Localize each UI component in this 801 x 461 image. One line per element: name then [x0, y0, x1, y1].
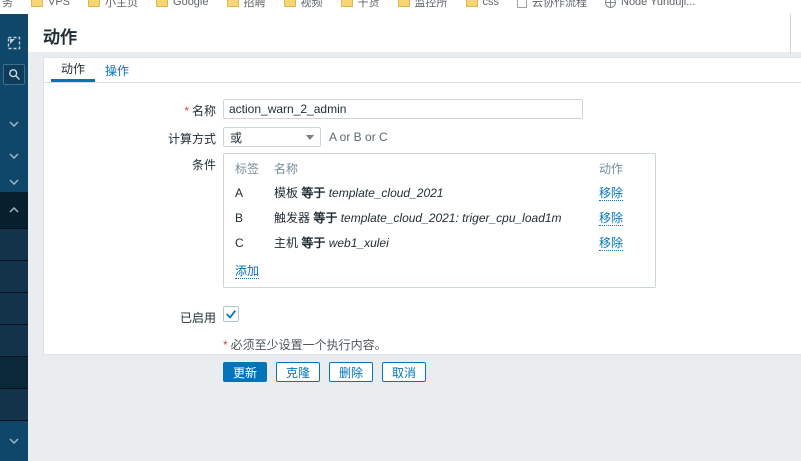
calculation-label: 计算方式	[44, 127, 216, 147]
search-icon[interactable]	[3, 64, 25, 85]
sidebar-section-bottom[interactable]	[0, 420, 28, 461]
chevron-down-icon	[9, 179, 19, 185]
sidebar-submenu-item-2[interactable]	[0, 260, 28, 292]
select-caret-icon	[306, 135, 314, 140]
folder-icon	[156, 0, 168, 7]
sidebar-submenu-item-5[interactable]	[0, 356, 28, 388]
calculation-formula: A or B or C	[329, 127, 388, 144]
column-header-action: 动作	[599, 154, 655, 180]
bookmark-item[interactable]: 干货	[341, 0, 380, 10]
add-condition-link[interactable]: 添加	[235, 264, 259, 279]
tab-operations[interactable]: 操作	[95, 58, 139, 82]
folder-icon	[398, 0, 410, 7]
expand-sidebar-icon[interactable]	[7, 36, 21, 50]
bookmark-label: 干货	[358, 0, 380, 10]
sidebar-submenu-item-1[interactable]	[0, 228, 28, 260]
cancel-button[interactable]: 取消	[382, 362, 426, 382]
bookmark-item[interactable]: 监控所	[398, 0, 448, 10]
bookmark-label: 招聘	[244, 0, 266, 10]
form-required-hint: *必须至少设置一个执行内容。	[223, 336, 801, 353]
condition-row: C 主机 等于 web1_xulei 移除	[224, 230, 655, 255]
sidebar-section-reports[interactable]	[0, 174, 28, 190]
condition-tag: A	[224, 180, 274, 205]
browser-bookmarks-bar: 务 VPS 小主页 Google 招聘 视频 干货 监控所 css 云协作流程 Node Yundu…	[0, 0, 801, 14]
enabled-label: 已启用	[44, 306, 216, 326]
sidebar-section-configuration-expanded[interactable]	[0, 192, 28, 228]
column-header-tag: 标签	[224, 154, 274, 180]
condition-tag: B	[224, 205, 274, 230]
tab-bar: 动作 操作	[44, 58, 801, 83]
sidebar	[0, 14, 28, 461]
chevron-down-icon	[9, 121, 19, 127]
bookmark-label: 监控所	[415, 0, 448, 10]
column-header-name: 名称	[274, 154, 599, 180]
name-label: *名称	[44, 99, 216, 119]
bookmark-item[interactable]: 招聘	[227, 0, 266, 10]
bookmark-label: Google	[173, 0, 208, 8]
checkmark-icon	[225, 308, 237, 320]
delete-button[interactable]: 删除	[329, 362, 373, 382]
conditions-label: 条件	[44, 153, 216, 173]
globe-icon	[605, 0, 616, 8]
bookmark-label: 小主页	[105, 0, 138, 10]
conditions-table: 标签 名称 动作 A 模板 等于 template	[223, 153, 656, 288]
folder-icon	[466, 0, 478, 7]
folder-icon	[341, 0, 353, 7]
condition-name: 触发器 等于 template_cloud_2021: triger_cpu_l…	[274, 205, 599, 230]
bookmark-label: 云协作流程	[532, 0, 587, 10]
action-edit-card: 动作 操作 *名称 计算方式 或 A or B or C 条件	[43, 57, 801, 355]
bookmark-item[interactable]: 务	[2, 0, 13, 10]
required-asterisk: *	[184, 104, 189, 118]
folder-icon	[31, 0, 43, 7]
condition-tag: C	[224, 230, 274, 255]
update-button[interactable]: 更新	[223, 362, 267, 382]
remove-condition-link[interactable]: 移除	[599, 186, 623, 201]
sidebar-submenu	[0, 228, 28, 420]
folder-icon	[227, 0, 239, 7]
bookmark-label: VPS	[48, 0, 70, 8]
condition-row: A 模板 等于 template_cloud_2021 移除	[224, 180, 655, 205]
calculation-selected-value: 或	[230, 129, 242, 146]
bookmark-item[interactable]: 云协作流程	[517, 0, 587, 10]
bookmark-item[interactable]: Node Yunduji...	[605, 0, 695, 8]
remove-condition-link[interactable]: 移除	[599, 211, 623, 226]
name-input[interactable]	[223, 99, 583, 119]
chevron-down-icon	[9, 153, 19, 159]
remove-condition-link[interactable]: 移除	[599, 236, 623, 251]
bookmark-item[interactable]: 小主页	[88, 0, 138, 10]
action-form: *名称 计算方式 或 A or B or C 条件	[44, 83, 801, 382]
folder-icon	[284, 0, 296, 7]
page-header: 动作	[28, 14, 801, 52]
sidebar-submenu-item-6[interactable]	[0, 388, 28, 420]
sidebar-submenu-item-4[interactable]	[0, 324, 28, 356]
bookmark-label: Node Yunduji...	[621, 0, 695, 8]
clone-button[interactable]: 克隆	[276, 362, 320, 382]
tab-action[interactable]: 动作	[51, 58, 95, 82]
form-actions: 更新 克隆 删除 取消	[223, 362, 801, 382]
enabled-checkbox[interactable]	[223, 306, 239, 322]
folder-icon	[88, 0, 100, 7]
sidebar-section-inventory[interactable]	[0, 148, 28, 164]
scrollbar-edge	[790, 14, 791, 55]
bookmark-item[interactable]: css	[466, 0, 500, 8]
bookmark-label: css	[483, 0, 500, 8]
condition-row: B 触发器 等于 template_cloud_2021: triger_cpu…	[224, 205, 655, 230]
bookmark-item[interactable]: Google	[156, 0, 208, 8]
page-title: 动作	[43, 23, 77, 48]
condition-name: 主机 等于 web1_xulei	[274, 230, 599, 255]
sidebar-submenu-item-3[interactable]	[0, 292, 28, 324]
bookmark-item[interactable]: VPS	[31, 0, 70, 8]
bookmark-label: 务	[2, 0, 13, 10]
bookmark-item[interactable]: 视频	[284, 0, 323, 10]
chevron-down-icon	[9, 438, 19, 444]
chevron-up-icon	[9, 207, 19, 213]
condition-name: 模板 等于 template_cloud_2021	[274, 180, 599, 205]
page-icon	[517, 0, 527, 8]
calculation-select[interactable]: 或	[223, 127, 321, 147]
bookmark-label: 视频	[301, 0, 323, 10]
sidebar-section-monitoring[interactable]	[0, 116, 28, 132]
bookmarks-list: 务 VPS 小主页 Google 招聘 视频 干货 监控所 css 云协作流程 Node Yundu…	[0, 0, 801, 14]
